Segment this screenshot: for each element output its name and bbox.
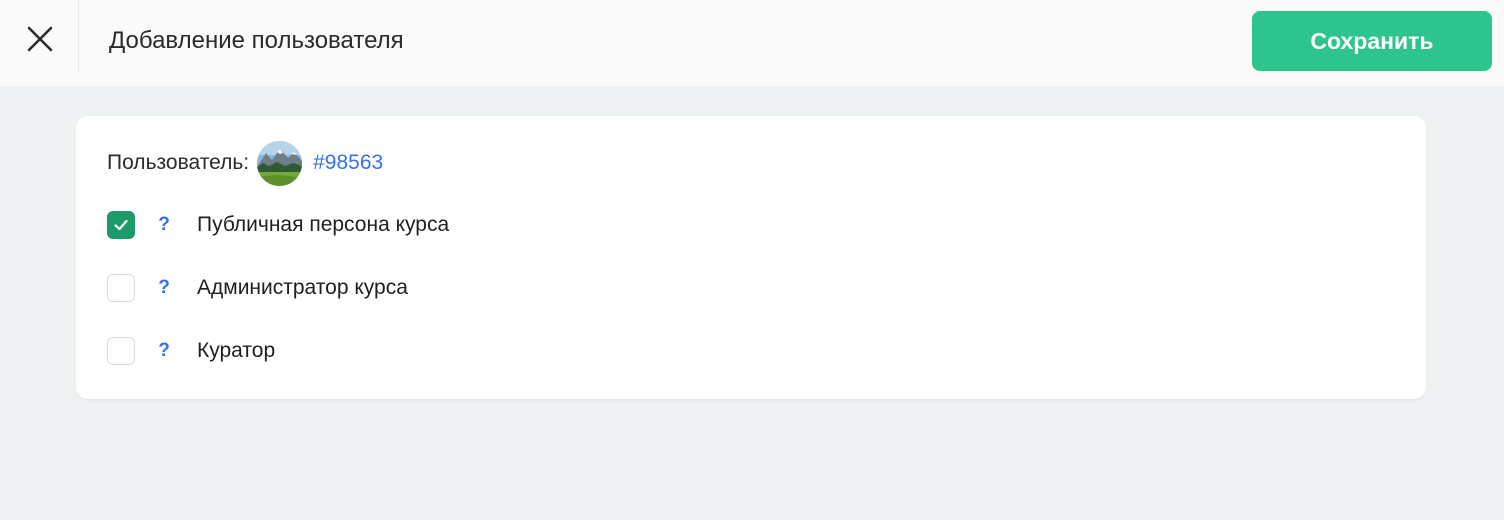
close-icon <box>27 26 53 52</box>
option-label: Куратор <box>197 339 276 362</box>
help-icon[interactable]: ? <box>157 277 171 299</box>
header-divider <box>78 0 79 72</box>
public-persona-checkbox[interactable] <box>107 211 135 239</box>
option-label: Публичная персона курса <box>197 213 450 236</box>
top-bar: Добавление пользователя Сохранить <box>0 0 1504 86</box>
user-row: Пользователь: #98563 <box>107 140 383 186</box>
option-course-admin: ? Администратор курса <box>107 273 408 303</box>
option-curator: ? Куратор <box>107 336 275 366</box>
user-settings-card: Пользователь: #98563 ? Публичная персона… <box>76 116 1426 399</box>
user-id-link[interactable]: #98563 <box>313 151 383 175</box>
avatar <box>257 140 303 186</box>
option-public-persona: ? Публичная персона курса <box>107 210 449 240</box>
checkmark-icon <box>114 219 128 231</box>
option-label: Администратор курса <box>197 276 408 299</box>
landscape-avatar-icon <box>257 140 303 186</box>
save-button[interactable]: Сохранить <box>1252 11 1492 71</box>
user-label: Пользователь: <box>107 151 250 174</box>
page-title: Добавление пользователя <box>109 27 404 54</box>
help-icon[interactable]: ? <box>157 340 171 362</box>
course-admin-checkbox[interactable] <box>107 274 135 302</box>
close-button[interactable] <box>22 21 58 57</box>
help-icon[interactable]: ? <box>157 214 171 236</box>
curator-checkbox[interactable] <box>107 337 135 365</box>
